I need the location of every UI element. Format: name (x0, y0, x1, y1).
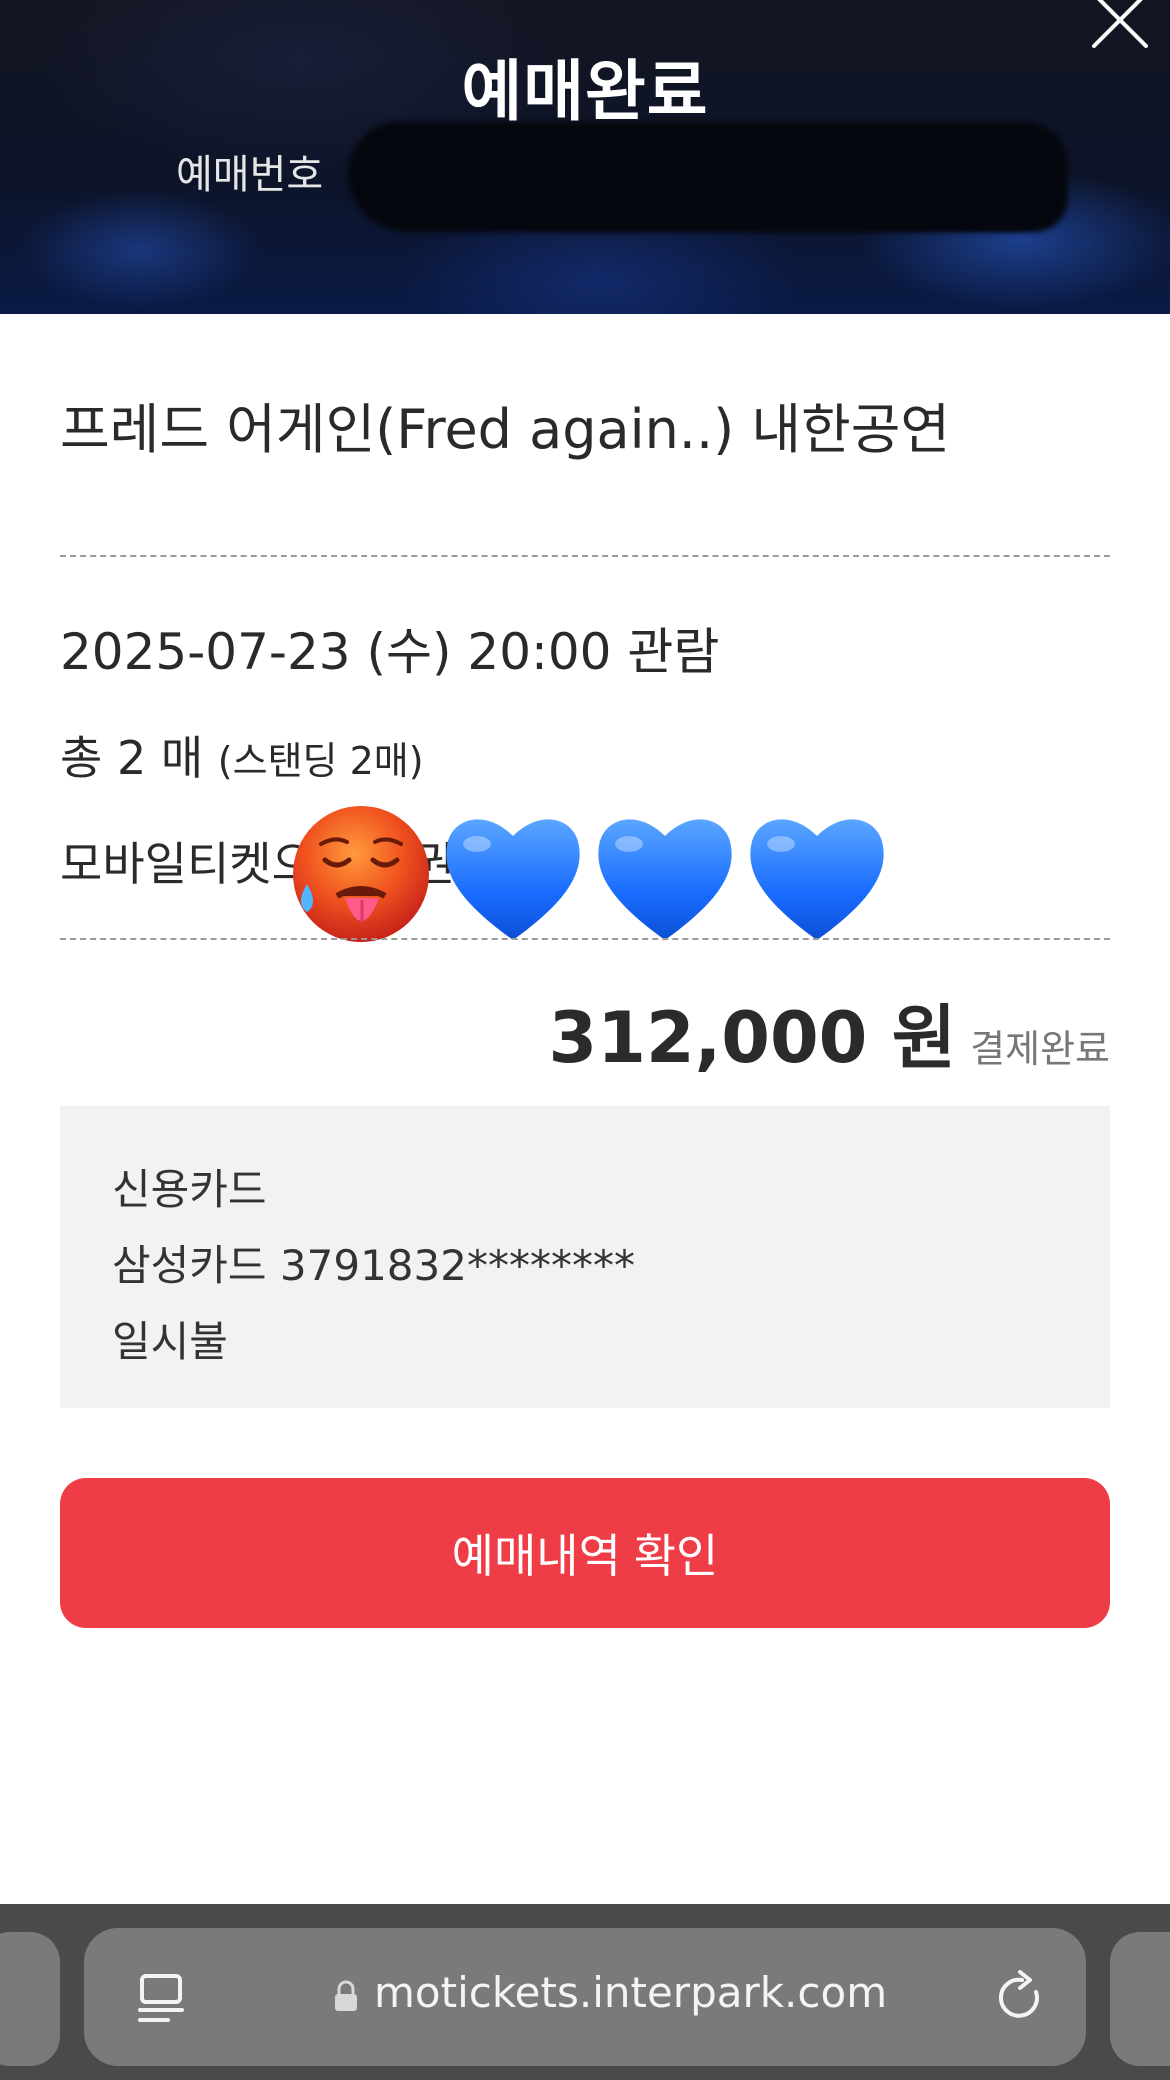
redaction-mark-2 (510, 170, 1050, 230)
view-reservation-button[interactable]: 예매내역 확인 (60, 1478, 1110, 1628)
reload-icon[interactable] (992, 1970, 1048, 2026)
browser-toolbar: motickets.interpark.com (0, 1904, 1170, 2080)
previous-tab[interactable] (0, 1932, 60, 2066)
emoji-stickers (285, 800, 893, 960)
total-amount: 312,000 원 (548, 997, 957, 1079)
event-title: 프레드 어게인(Fred again..) 내한공연 (60, 398, 951, 461)
blue-heart-emoji (598, 819, 732, 940)
ticket-count: 총 2 매 (스탠딩 2매) (60, 722, 424, 788)
address-bar[interactable]: motickets.interpark.com (84, 1928, 1086, 2066)
reader-mode-icon[interactable] (136, 1972, 186, 2024)
divider (60, 938, 1110, 940)
price-summary: 312,000 원 결제완료 (549, 982, 1110, 1083)
next-tab[interactable] (1110, 1932, 1170, 2066)
blue-heart-emoji (446, 819, 580, 940)
order-number-label: 예매번호 (176, 152, 324, 198)
payment-info-box: 신용카드 삼성카드 3791832******** 일시불 (60, 1106, 1110, 1408)
card-info: 삼성카드 3791832******** (112, 1241, 635, 1290)
close-icon[interactable] (1090, 0, 1150, 50)
header-banner: 예매완료 예매번호 (0, 0, 1170, 314)
installment-info: 일시불 (112, 1317, 228, 1366)
ticket-count-detail: (스탠딩 2매) (217, 739, 424, 783)
hot-face-emoji (293, 806, 429, 942)
page-title: 예매완료 (461, 53, 709, 130)
lock-icon (335, 1980, 357, 2011)
ticket-count-main: 총 2 매 (60, 731, 204, 785)
payment-status: 결제완료 (970, 1027, 1110, 1071)
url-text: motickets.interpark.com (374, 1968, 888, 2017)
blue-heart-emoji (750, 819, 884, 940)
payment-method: 신용카드 (112, 1165, 267, 1214)
performance-date: 2025-07-23 (수) 20:00 관람 (60, 623, 720, 681)
divider (60, 555, 1110, 557)
